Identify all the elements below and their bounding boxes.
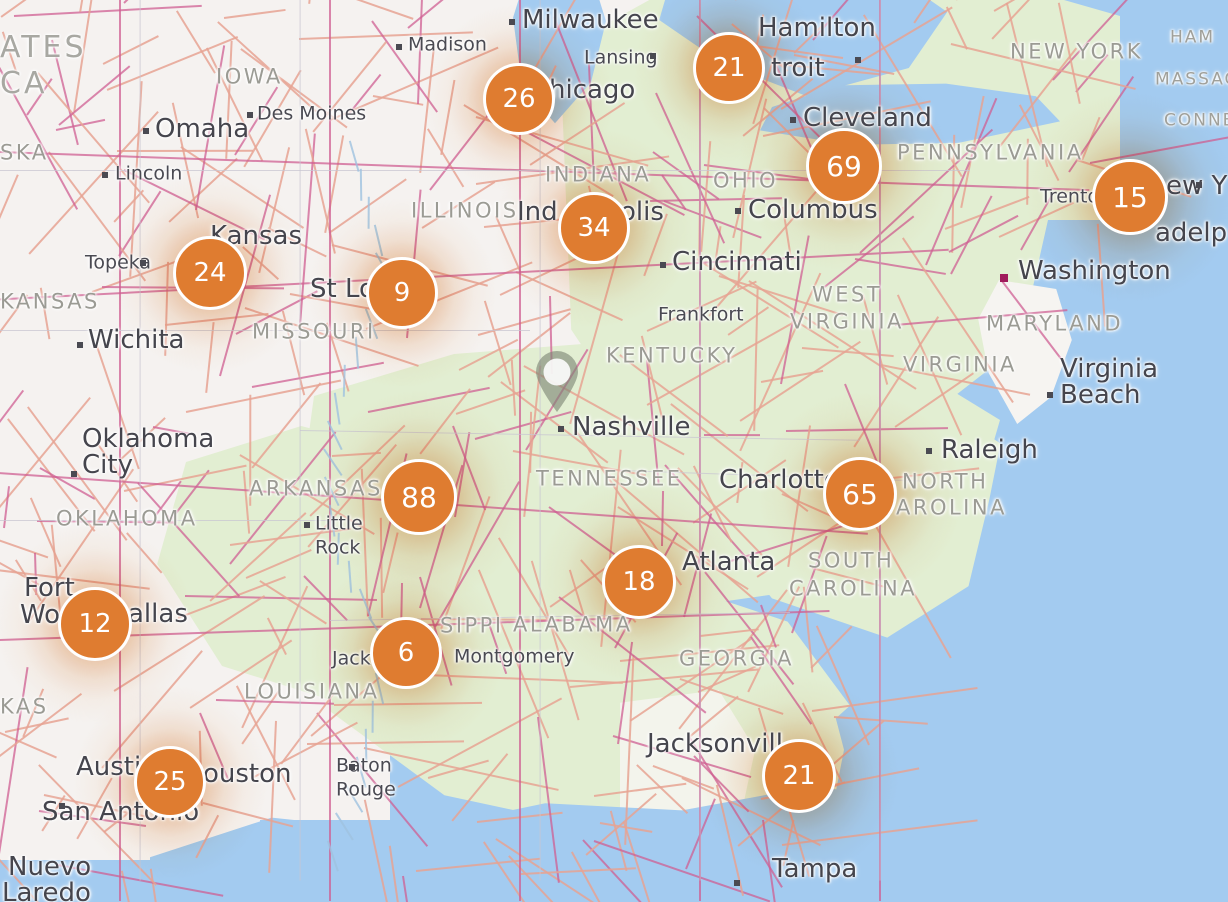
cluster-marker[interactable]: 25 [134,746,206,818]
cluster-marker[interactable]: 69 [806,128,882,204]
cluster-marker[interactable]: 18 [602,545,676,619]
cluster-markers-layer[interactable]: 26 21 69 15 34 24 9 88 65 18 12 6 25 21 [0,0,1228,902]
cluster-marker[interactable]: 24 [173,236,247,310]
cluster-count: 88 [401,480,437,514]
map-canvas[interactable]: IOWA ILLINOIS INDIANA OHIO NEW YORK PENNSYLVA… [0,0,1228,902]
cluster-marker[interactable]: 6 [370,617,442,689]
cluster-count: 21 [712,53,746,83]
cluster-count: 6 [397,638,415,668]
cluster-marker[interactable]: 88 [381,459,457,535]
cluster-count: 15 [1112,180,1148,214]
cluster-count: 26 [502,84,536,114]
cluster-marker[interactable]: 26 [483,63,555,135]
cluster-count: 69 [826,149,862,183]
cluster-count: 9 [393,278,411,308]
cluster-marker[interactable]: 9 [366,257,438,329]
cluster-count: 34 [577,213,611,243]
cluster-count: 25 [153,767,187,797]
cluster-marker[interactable]: 34 [558,192,630,264]
cluster-count: 24 [193,258,227,288]
cluster-marker[interactable]: 21 [762,739,836,813]
cluster-marker[interactable]: 12 [58,587,132,661]
cluster-count: 21 [782,761,816,791]
cluster-count: 18 [622,567,656,597]
cluster-count: 12 [78,609,112,639]
cluster-marker[interactable]: 21 [693,32,765,104]
cluster-marker[interactable]: 15 [1092,159,1168,235]
cluster-count: 65 [842,477,878,511]
cluster-marker[interactable]: 65 [823,457,897,531]
